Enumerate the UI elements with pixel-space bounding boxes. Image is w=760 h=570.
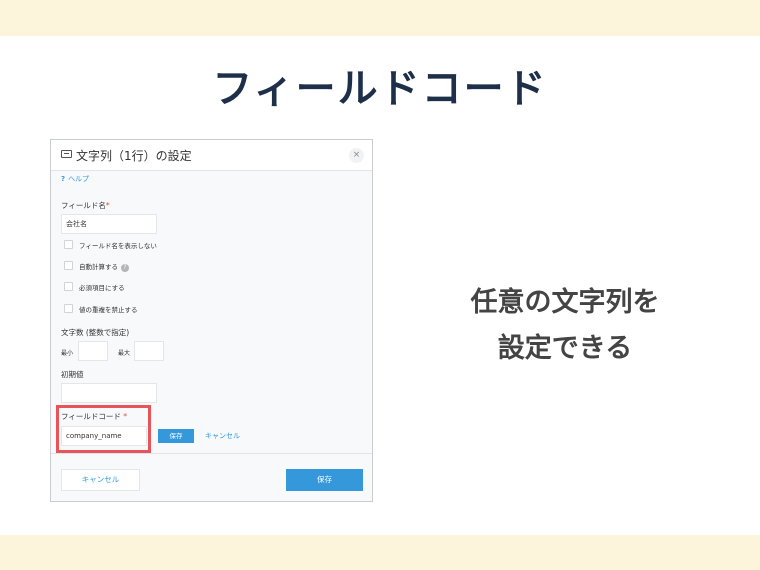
dialog-header: 文字列（1行）の設定 × [51,140,372,171]
save-button[interactable]: 保存 [286,469,363,491]
footer-divider [51,453,372,454]
checkbox-required[interactable] [64,282,73,291]
max-label: 最大 [118,350,131,357]
field-name-label-text: フィールド名 [61,201,106,210]
default-value-label: 初期値 [61,370,84,379]
cancel-button[interactable]: キャンセル [61,469,140,491]
checkbox-label: 自動計算する [79,263,118,271]
char-count-label: 文字数 (整数で指定) [61,328,130,337]
field-code-save-button[interactable]: 保存 [158,429,194,443]
dialog-title: 文字列（1行）の設定 [76,149,192,163]
help-label: ヘルプ [68,175,90,183]
checkbox-label: 値の重複を禁止する [79,306,138,314]
question-icon[interactable]: ? [121,264,129,272]
top-band [0,0,760,36]
checkbox-hide-field-name[interactable] [64,240,73,249]
close-icon[interactable]: × [349,148,364,163]
default-value-input[interactable] [61,383,157,403]
text-field-icon [61,150,72,158]
slide-title: フィールドコード [212,66,548,112]
min-input[interactable] [78,341,108,361]
checkbox-label: フィールド名を表示しない [79,242,157,250]
checkbox-label: 必須項目にする [79,284,125,292]
required-mark: * [123,412,127,421]
caption-line-1: 任意の文字列を [470,287,660,318]
field-code-cancel-link[interactable]: キャンセル [205,431,240,441]
field-code-label: フィールドコード * [61,411,127,422]
settings-dialog: 文字列（1行）の設定 × ? ヘルプ フィールド名* 会社名 フィールド名を表示し… [50,139,373,502]
checkbox-unique[interactable] [64,304,73,313]
bottom-band [0,535,760,570]
caption-line-2: 設定できる [497,333,633,364]
field-name-input[interactable]: 会社名 [61,214,157,234]
required-mark: * [105,201,110,210]
help-icon: ? [61,175,66,183]
max-input[interactable] [134,341,164,361]
field-code-input[interactable]: company_name [61,426,147,446]
field-code-label-text: フィールドコード [61,412,121,421]
min-label: 最小 [61,350,74,357]
checkbox-label-row: 自動計算する? [79,261,129,272]
field-name-label: フィールド名* [61,200,110,211]
help-link[interactable]: ? ヘルプ [61,174,89,184]
checkbox-auto-calc[interactable] [64,261,73,270]
